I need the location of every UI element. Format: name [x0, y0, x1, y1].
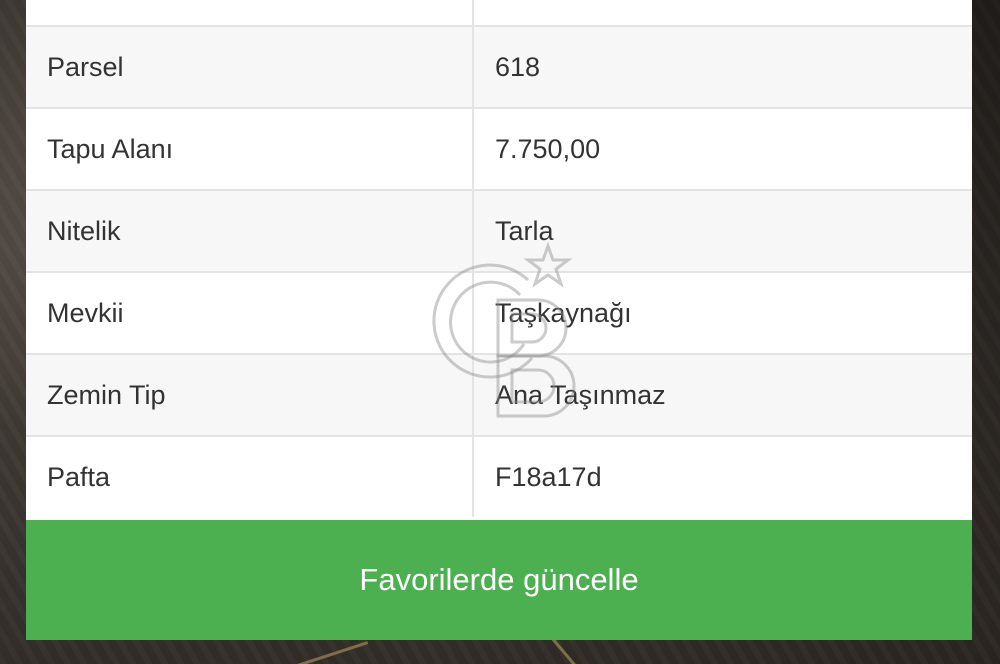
row-value: Taşkaynağı [473, 271, 972, 354]
row-value: Ana Taşınmaz [473, 353, 972, 436]
details-panel: Parsel 618 Tapu Alanı 7.750,00 Nitelik T… [26, 0, 972, 640]
table-row: Mevkii Taşkaynağı [26, 271, 972, 354]
row-key: Pafta [26, 435, 474, 517]
row-value: F18a17d [473, 435, 972, 517]
row-key: Tapu Alanı [26, 107, 474, 190]
row-key: Mevkii [26, 271, 474, 354]
update-favorites-button[interactable]: Favorilerde güncelle [26, 520, 972, 640]
row-value: 7.750,00 [473, 107, 972, 190]
table-row: Parsel 618 [26, 25, 972, 108]
table-row: Pafta F18a17d [26, 435, 972, 517]
row-value [473, 0, 972, 26]
row-key: Zemin Tip [26, 353, 474, 436]
row-value: Tarla [473, 189, 972, 272]
row-key: Parsel [26, 25, 474, 108]
row-value: 618 [473, 25, 972, 108]
details-table: Parsel 618 Tapu Alanı 7.750,00 Nitelik T… [26, 0, 972, 517]
row-key [26, 0, 474, 26]
table-row: Nitelik Tarla [26, 189, 972, 272]
row-key: Nitelik [26, 189, 474, 272]
table-row [26, 0, 972, 26]
table-row: Zemin Tip Ana Taşınmaz [26, 353, 972, 436]
table-row: Tapu Alanı 7.750,00 [26, 107, 972, 190]
